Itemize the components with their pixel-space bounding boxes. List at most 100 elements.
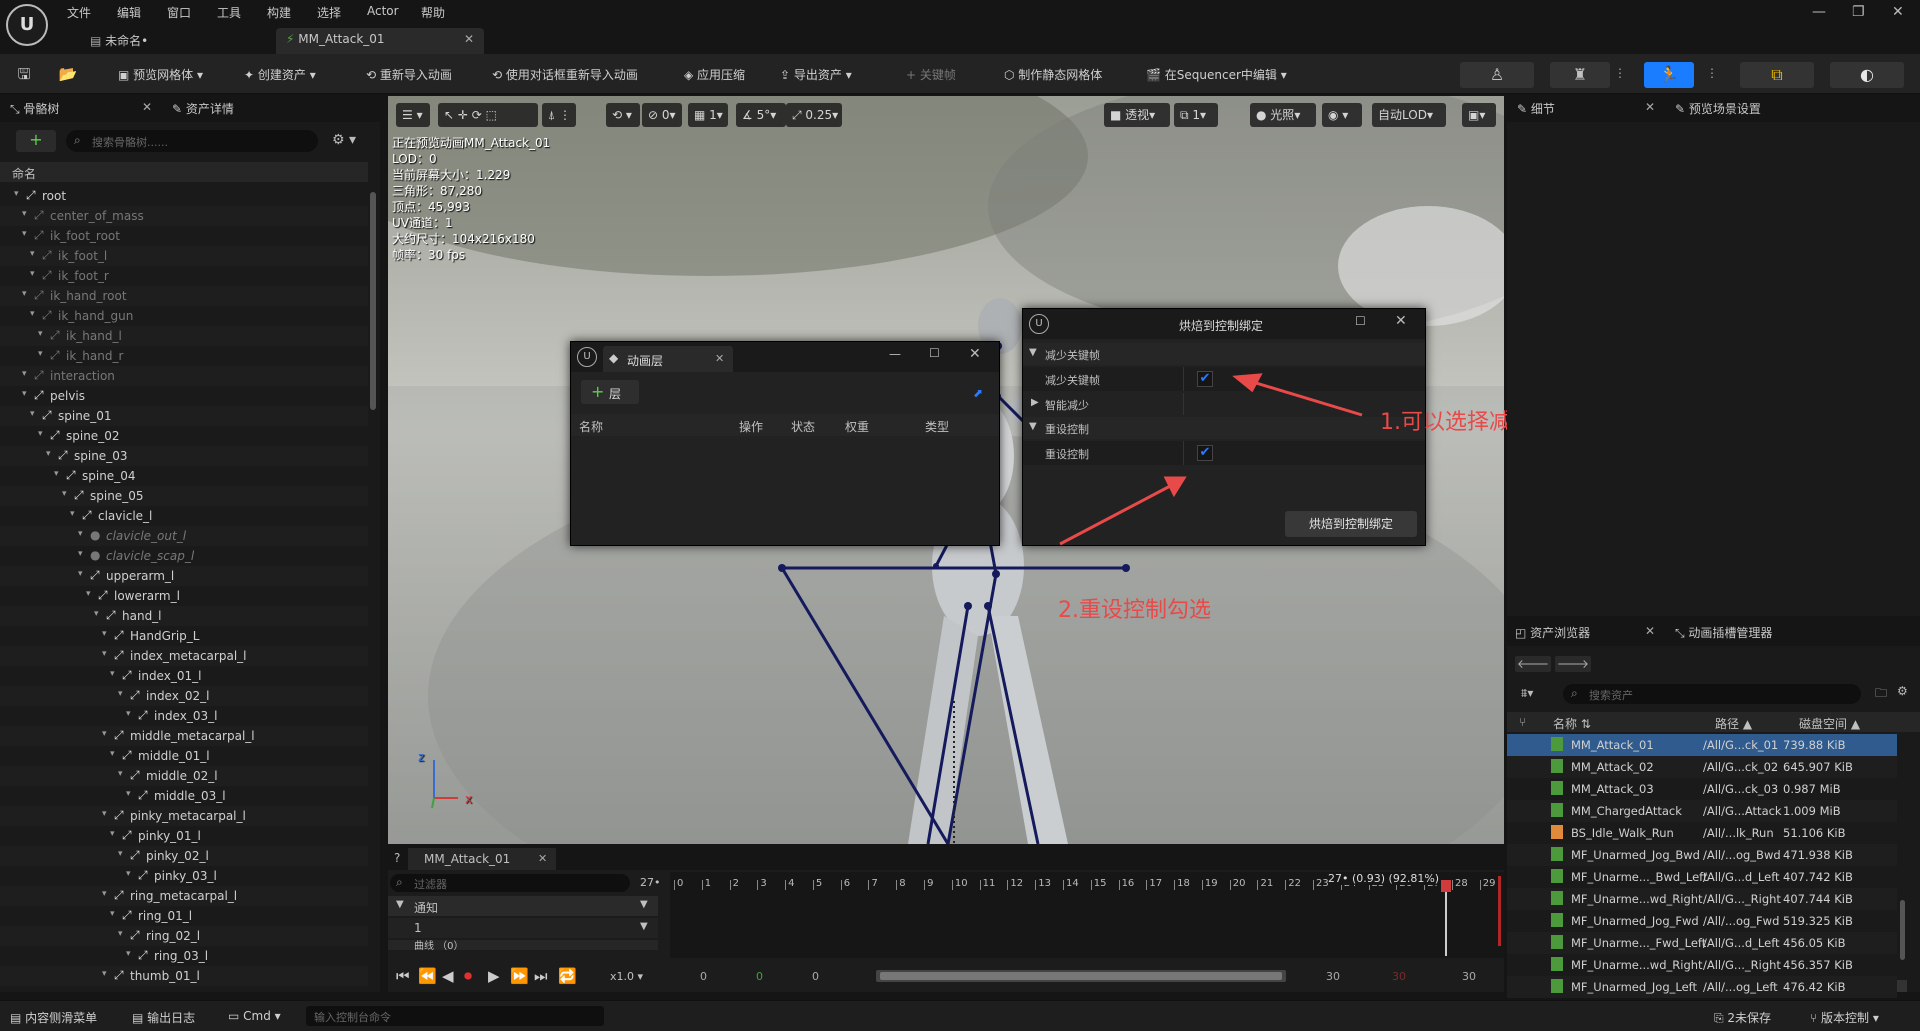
asset-row[interactable]: MF_Unarmed_Jog_Left/All/...og_Left 476.42…: [1507, 976, 1897, 998]
chevron-down-icon[interactable]: ▾: [110, 829, 115, 839]
column-asset-path[interactable]: 路径 ▲: [1715, 715, 1752, 732]
add-bone-button[interactable]: +: [16, 130, 56, 152]
menu-actor[interactable]: Actor: [367, 4, 399, 18]
asset-row[interactable]: BS_Idle_Walk_Run/All/...lk_Run 51.106 KiB: [1507, 822, 1897, 844]
range-view-start[interactable]: 0: [812, 970, 819, 983]
reimport-dialog-button[interactable]: ⟲ 使用对话框重新导入动画: [492, 66, 638, 83]
transform-tools[interactable]: ↖ ✛ ⟳ ⬚: [438, 103, 538, 127]
asset-row[interactable]: MM_Attack_02/All/G...ck_02 645.907 KiB: [1507, 756, 1897, 778]
bone-row[interactable]: ▾ ⤢ middle_metacarpal_l: [0, 726, 368, 746]
tab-timeline[interactable]: MM_Attack_01 ✕: [408, 848, 556, 870]
dropdown-icon[interactable]: ▼: [640, 899, 648, 910]
viewport-layout-button[interactable]: ▣▾: [1462, 103, 1496, 127]
asset-row[interactable]: MM_Attack_01/All/G...ck_01 739.88 KiB: [1507, 734, 1897, 756]
range-end[interactable]: 30: [1462, 970, 1476, 983]
bone-row[interactable]: ▾ ⤢ lowerarm_l: [0, 586, 368, 606]
bone-row[interactable]: ▾ ⤢ middle_02_l: [0, 766, 368, 786]
create-asset-button[interactable]: ✦ 创建资产 ▾: [244, 66, 316, 83]
chevron-down-icon[interactable]: ▾: [118, 689, 123, 699]
surface-snap-button[interactable]: ⍋ ⋮: [542, 103, 576, 127]
menu-select[interactable]: 选择: [317, 4, 341, 21]
output-log-button[interactable]: ▤ 输出日志: [132, 1009, 195, 1026]
chevron-down-icon[interactable]: ▾: [118, 849, 123, 859]
record-icon[interactable]: ⏺: [464, 966, 472, 986]
grid-size-button[interactable]: ▦ 1▾: [688, 103, 728, 127]
range-play-start[interactable]: 0: [756, 970, 763, 983]
console-input[interactable]: 输入控制台命令: [306, 1006, 604, 1026]
angle-snap-button[interactable]: ∡ 5°▾: [736, 103, 786, 127]
export-asset-button[interactable]: ⇪ 导出资产 ▾: [780, 66, 852, 83]
preview-mesh-button[interactable]: ▣ 预览网格体 ▾: [118, 66, 203, 83]
menu-help[interactable]: 帮助: [421, 4, 445, 21]
bone-row[interactable]: ▾ ⤢ hand_l: [0, 606, 368, 626]
bone-row[interactable]: ▾ ⤢ center_of_mass: [0, 206, 368, 226]
more-options-icon[interactable]: ⋮: [1614, 66, 1626, 80]
chevron-down-icon[interactable]: ▾: [102, 969, 107, 979]
bone-row[interactable]: ▾ ⤢ ring_metacarpal_l: [0, 886, 368, 906]
chevron-down-icon[interactable]: ▾: [46, 449, 51, 459]
bone-row[interactable]: ▾ ⤢ pinky_01_l: [0, 826, 368, 846]
viewport-options-button[interactable]: ☰ ▾: [396, 103, 430, 127]
bone-row[interactable]: ▾ ⤢ ring_02_l: [0, 926, 368, 946]
bone-row[interactable]: ▾ ⤢ ik_foot_l: [0, 246, 368, 266]
bone-row[interactable]: ▾ ⤢ ik_hand_r: [0, 346, 368, 366]
view-range-slider[interactable]: [876, 970, 1286, 982]
chevron-down-icon[interactable]: ▾: [54, 469, 59, 479]
skip-to-start-icon[interactable]: ⏮: [396, 967, 410, 985]
bone-row[interactable]: ▾ ⤢ root: [0, 186, 368, 206]
add-layer-button[interactable]: + 层: [581, 380, 639, 404]
step-forward-icon[interactable]: ⏩: [510, 967, 529, 985]
blueprint-mode-button[interactable]: ⧉: [1740, 62, 1814, 88]
chevron-down-icon[interactable]: ▾: [30, 409, 35, 419]
asset-row[interactable]: MF_Unarme...wd_Right/All/G..._Right 407.7…: [1507, 888, 1897, 910]
maximize-icon[interactable]: ☐: [929, 346, 940, 360]
asset-row[interactable]: MF_Unarme...wd_Right/All/G..._Right 456.3…: [1507, 954, 1897, 976]
maximize-icon[interactable]: ❐: [1852, 4, 1865, 20]
keyframe-button[interactable]: + 关键帧: [906, 66, 956, 83]
tab-anim-asset[interactable]: ⚡ MM_Attack_01 ✕: [276, 28, 484, 54]
step-back-icon[interactable]: ⏪: [418, 967, 437, 985]
skeleton-scrollbar[interactable]: [370, 192, 376, 410]
bone-row[interactable]: ▾ ⤢ HandGrip_L: [0, 626, 368, 646]
bone-row[interactable]: ▾ ⤢ middle_01_l: [0, 746, 368, 766]
chevron-down-icon[interactable]: ▾: [78, 549, 83, 559]
bone-row[interactable]: ▾ ⤢ spine_01: [0, 406, 368, 426]
bone-row[interactable]: ▾ ⤢ clavicle_l: [0, 506, 368, 526]
chevron-down-icon[interactable]: ▾: [102, 889, 107, 899]
apply-compression-button[interactable]: ◈ 应用压缩: [684, 66, 745, 83]
dropdown-icon[interactable]: ▼: [640, 921, 648, 932]
skeleton-search-input[interactable]: ⌕ 搜索骨骼树......: [66, 130, 318, 152]
close-window-icon[interactable]: ✕: [969, 346, 981, 362]
bone-row[interactable]: ▾ ⤢ ring_01_l: [0, 906, 368, 926]
asset-row[interactable]: MF_Unarme..._Fwd_Left/All/G...d_Left 456.…: [1507, 932, 1897, 954]
maximize-icon[interactable]: ☐: [1355, 314, 1366, 328]
chevron-down-icon[interactable]: ▾: [102, 649, 107, 659]
tree-view-icon[interactable]: ⑂: [1519, 715, 1526, 729]
close-skeleton-tab-icon[interactable]: ✕: [142, 100, 152, 114]
close-details-tab-icon[interactable]: ✕: [1645, 100, 1655, 114]
bone-row[interactable]: ▾ ⤢ spine_04: [0, 466, 368, 486]
bone-row[interactable]: ▾ ⤢ ik_hand_root: [0, 286, 368, 306]
mesh-mode-button[interactable]: ♜: [1550, 62, 1610, 88]
menu-file[interactable]: 文件: [67, 4, 91, 21]
playhead-handle[interactable]: [1441, 880, 1451, 892]
minimize-icon[interactable]: —: [1812, 4, 1826, 20]
bone-row[interactable]: ▾ ⤢ ik_foot_r: [0, 266, 368, 286]
bone-row[interactable]: ▾ ⤢ spine_03: [0, 446, 368, 466]
coord-system-button[interactable]: ⟲ ▾: [606, 103, 640, 127]
lod-count-button[interactable]: ⧉ 1▾: [1174, 103, 1218, 127]
current-frame-field[interactable]: 27•: [640, 876, 661, 889]
close-tab-icon[interactable]: ✕: [715, 352, 724, 365]
chevron-down-icon[interactable]: ▾: [38, 329, 43, 339]
tab-anim-slot-manager[interactable]: ⤡ 动画插槽管理器: [1675, 624, 1772, 641]
bone-row[interactable]: ▾ ⤢ pinky_metacarpal_l: [0, 806, 368, 826]
asset-scrollbar[interactable]: [1900, 900, 1905, 960]
chevron-down-icon[interactable]: ▾: [78, 569, 83, 579]
skeleton-mode-button[interactable]: ♙: [1460, 62, 1534, 88]
source-control-button[interactable]: ⑂ 版本控制 ▾: [1810, 1009, 1879, 1026]
asset-row[interactable]: MM_Attack_03/All/G...ck_03 0.987 MiB: [1507, 778, 1897, 800]
settings-gear-icon[interactable]: ⚙ ▾: [332, 132, 356, 148]
bone-row[interactable]: ▾ ⤢ pinky_02_l: [0, 846, 368, 866]
bone-row[interactable]: ▾ ⤢ ring_03_l: [0, 946, 368, 966]
chevron-down-icon[interactable]: ▾: [38, 429, 43, 439]
